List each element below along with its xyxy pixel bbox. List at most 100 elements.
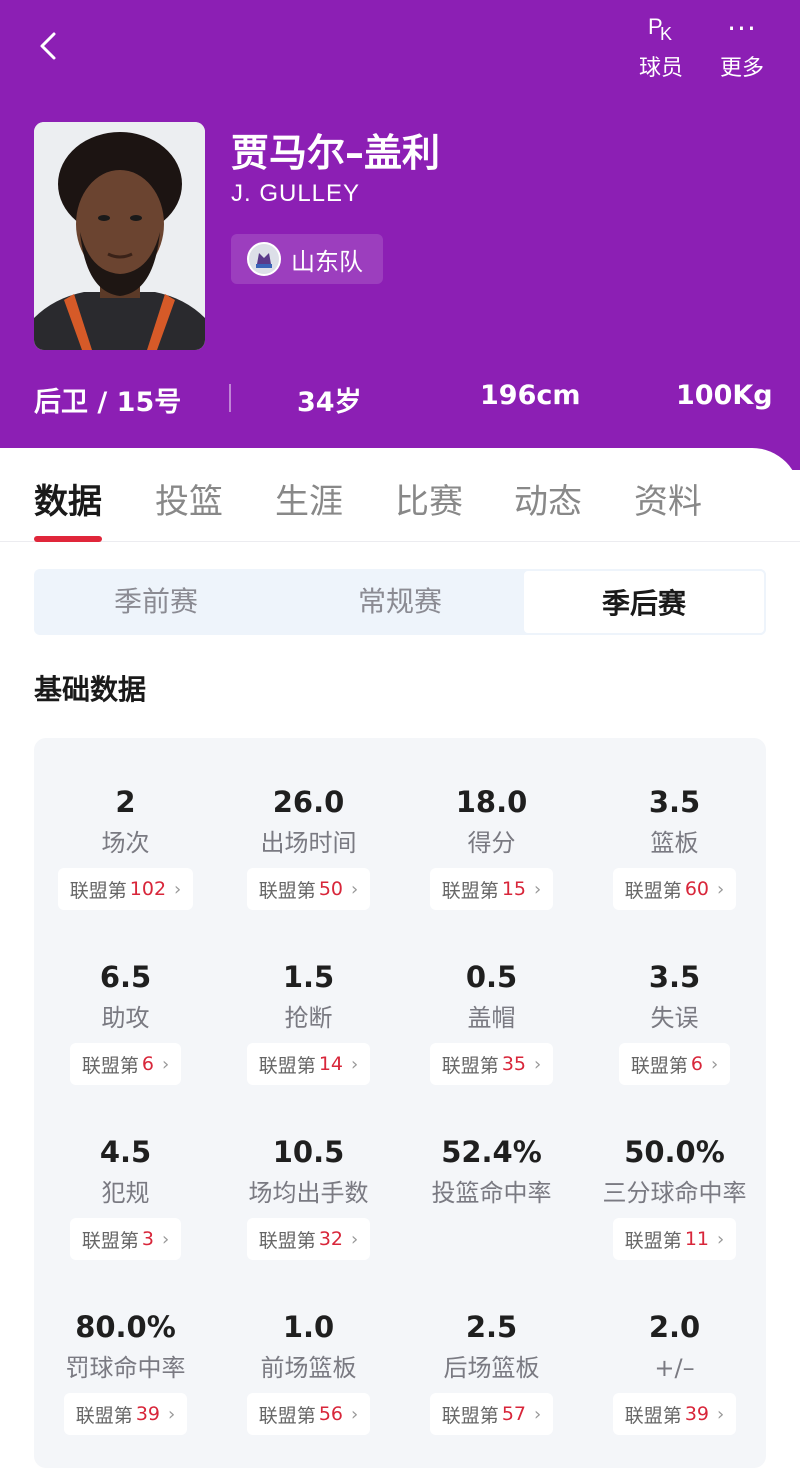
tab-profile[interactable]: 资料 bbox=[634, 474, 702, 523]
stat-value: 1.0 bbox=[282, 1310, 335, 1344]
league-rank-button[interactable]: 联盟第 102 › bbox=[57, 868, 194, 910]
chevron-right-icon: › bbox=[717, 878, 725, 900]
back-button[interactable] bbox=[30, 26, 70, 66]
segment-preseason[interactable]: 季前赛 bbox=[34, 569, 278, 635]
chevron-right-icon: › bbox=[351, 1228, 359, 1250]
stat-label: +/– bbox=[654, 1354, 695, 1382]
stat-label: 前场篮板 bbox=[260, 1354, 357, 1382]
team-logo-icon bbox=[247, 242, 281, 276]
stat-cell: 6.5 助攻 联盟第 6 › bbox=[34, 957, 217, 1085]
stat-label: 投篮命中率 bbox=[431, 1179, 552, 1207]
stat-cell: 4.5 犯规联盟第 3 › bbox=[34, 1132, 217, 1260]
more-button[interactable]: ··· 更多 bbox=[707, 12, 777, 82]
league-rank-button[interactable]: 联盟第 60 › bbox=[612, 868, 737, 910]
rank-prefix: 联盟第 bbox=[624, 1229, 682, 1252]
rank-prefix: 联盟第 bbox=[81, 1229, 139, 1252]
stat-value: 50.0% bbox=[624, 1135, 725, 1169]
stat-label: 犯规 bbox=[101, 1179, 150, 1207]
stat-label: 篮板 bbox=[650, 829, 699, 857]
league-rank-button[interactable]: 联盟第 11 › bbox=[612, 1218, 737, 1260]
stat-value: 4.5 bbox=[99, 1135, 152, 1169]
league-rank-button[interactable]: 联盟第 15 › bbox=[429, 868, 554, 910]
rank-prefix: 联盟第 bbox=[441, 1404, 499, 1427]
content-sheet: 数据 投篮 生涯 比赛 动态 资料 季前赛 常规赛 季后赛 基础数据 2 场次 联盟… bbox=[0, 448, 800, 1473]
rank-prefix: 联盟第 bbox=[258, 1054, 316, 1077]
stat-cell: 50.0% 三分球命中率联盟第 11 › bbox=[583, 1132, 766, 1260]
stat-label: 助攻 bbox=[101, 1004, 150, 1032]
chevron-right-icon: › bbox=[351, 1053, 359, 1075]
stat-cell: 18.0 得分联盟第 15 › bbox=[400, 782, 583, 910]
league-rank-button[interactable]: 联盟第 3 › bbox=[69, 1218, 182, 1260]
stat-label: 盖帽 bbox=[467, 1004, 516, 1032]
stat-value: 10.5 bbox=[272, 1135, 345, 1169]
stat-value: 26.0 bbox=[272, 785, 345, 819]
stat-label: 得分 bbox=[467, 829, 516, 857]
pk-button[interactable]: P K 球员 bbox=[626, 12, 696, 82]
chevron-right-icon: › bbox=[351, 1403, 359, 1425]
rank-prefix: 联盟第 bbox=[630, 1054, 688, 1077]
segment-regular-season[interactable]: 常规赛 bbox=[278, 569, 522, 635]
rank-prefix: 联盟第 bbox=[258, 1404, 316, 1427]
more-icon: ··· bbox=[727, 12, 757, 45]
rank-number: 15 bbox=[501, 878, 526, 900]
stat-label: 三分球命中率 bbox=[602, 1179, 747, 1207]
league-rank-button[interactable]: 联盟第 57 › bbox=[429, 1393, 554, 1435]
stat-value: 2 bbox=[115, 785, 136, 819]
chevron-right-icon: › bbox=[717, 1228, 725, 1250]
rank-number: 11 bbox=[684, 1228, 709, 1250]
stat-label: 罚球命中率 bbox=[65, 1354, 186, 1382]
stat-value: 1.5 bbox=[282, 960, 335, 994]
chevron-right-icon: › bbox=[710, 1053, 719, 1075]
league-rank-button[interactable]: 联盟第 50 › bbox=[246, 868, 371, 910]
rank-prefix: 联盟第 bbox=[624, 879, 682, 902]
stat-value: 18.0 bbox=[455, 785, 528, 819]
chevron-right-icon: › bbox=[174, 878, 182, 900]
stat-value: 52.4% bbox=[441, 1135, 542, 1169]
rank-prefix: 联盟第 bbox=[441, 879, 499, 902]
stat-cell: 1.0 前场篮板联盟第 56 › bbox=[217, 1307, 400, 1435]
rank-prefix: 联盟第 bbox=[81, 1054, 139, 1077]
team-name: 山东队 bbox=[291, 247, 363, 276]
stat-label: 场次 bbox=[101, 829, 150, 857]
rank-number: 35 bbox=[501, 1053, 526, 1075]
player-header: P K 球员 ··· 更多 贾马尔–盖利 J. GULLEY 山东队 后卫 / … bbox=[0, 0, 800, 470]
player-weight: 100Kg bbox=[676, 380, 773, 411]
league-rank-button[interactable]: 联盟第 6 › bbox=[69, 1043, 182, 1085]
player-age: 34岁 bbox=[297, 387, 362, 418]
pk-button-label: 球员 bbox=[638, 56, 683, 81]
chevron-right-icon: › bbox=[351, 878, 359, 900]
rank-number: 3 bbox=[141, 1228, 154, 1250]
league-rank-button[interactable]: 联盟第 14 › bbox=[246, 1043, 371, 1085]
chevron-right-icon: › bbox=[161, 1228, 170, 1250]
rank-prefix: 联盟第 bbox=[258, 1229, 316, 1252]
chevron-right-icon: › bbox=[168, 1403, 176, 1425]
stat-label: 失误 bbox=[650, 1004, 699, 1032]
league-rank-button[interactable]: 联盟第 32 › bbox=[246, 1218, 371, 1260]
league-rank-button[interactable]: 联盟第 6 › bbox=[618, 1043, 731, 1085]
league-rank-button[interactable]: 联盟第 39 › bbox=[612, 1393, 737, 1435]
team-chip[interactable]: 山东队 bbox=[231, 234, 383, 284]
segment-playoffs[interactable]: 季后赛 bbox=[522, 569, 766, 635]
tab-shooting[interactable]: 投篮 bbox=[155, 474, 223, 523]
rank-number: 39 bbox=[135, 1403, 160, 1425]
rank-number: 56 bbox=[318, 1403, 343, 1425]
chevron-left-icon bbox=[40, 32, 56, 60]
league-rank-button[interactable]: 联盟第 56 › bbox=[246, 1393, 371, 1435]
tab-career[interactable]: 生涯 bbox=[275, 474, 343, 523]
stat-label: 抢断 bbox=[284, 1004, 333, 1032]
tab-games[interactable]: 比赛 bbox=[395, 474, 463, 523]
stat-label: 场均出手数 bbox=[248, 1179, 369, 1207]
stat-value: 3.5 bbox=[648, 960, 701, 994]
stat-cell: 2.0 +/– 联盟第 39 › bbox=[583, 1307, 766, 1435]
tab-news[interactable]: 动态 bbox=[514, 474, 582, 523]
rank-prefix: 联盟第 bbox=[69, 879, 127, 902]
stats-grid: 2 场次 联盟第 102 › 26.0 出场时间 联盟第 50 › 18.0 得分 联盟第 15 › 3.5 篮… bbox=[34, 738, 766, 1468]
stat-cell: 3.5 失误联盟第 6 › bbox=[583, 957, 766, 1085]
stat-value: 2.0 bbox=[648, 1310, 701, 1344]
league-rank-button[interactable]: 联盟第 39 › bbox=[63, 1393, 188, 1435]
rank-number: 39 bbox=[684, 1403, 709, 1425]
league-rank-button[interactable]: 联盟第 35 › bbox=[429, 1043, 554, 1085]
stat-cell: 1.5 抢断联盟第 14 › bbox=[217, 957, 400, 1085]
tab-stats[interactable]: 数据 bbox=[34, 474, 102, 523]
position-number: 后卫 / 15号 bbox=[34, 387, 182, 418]
